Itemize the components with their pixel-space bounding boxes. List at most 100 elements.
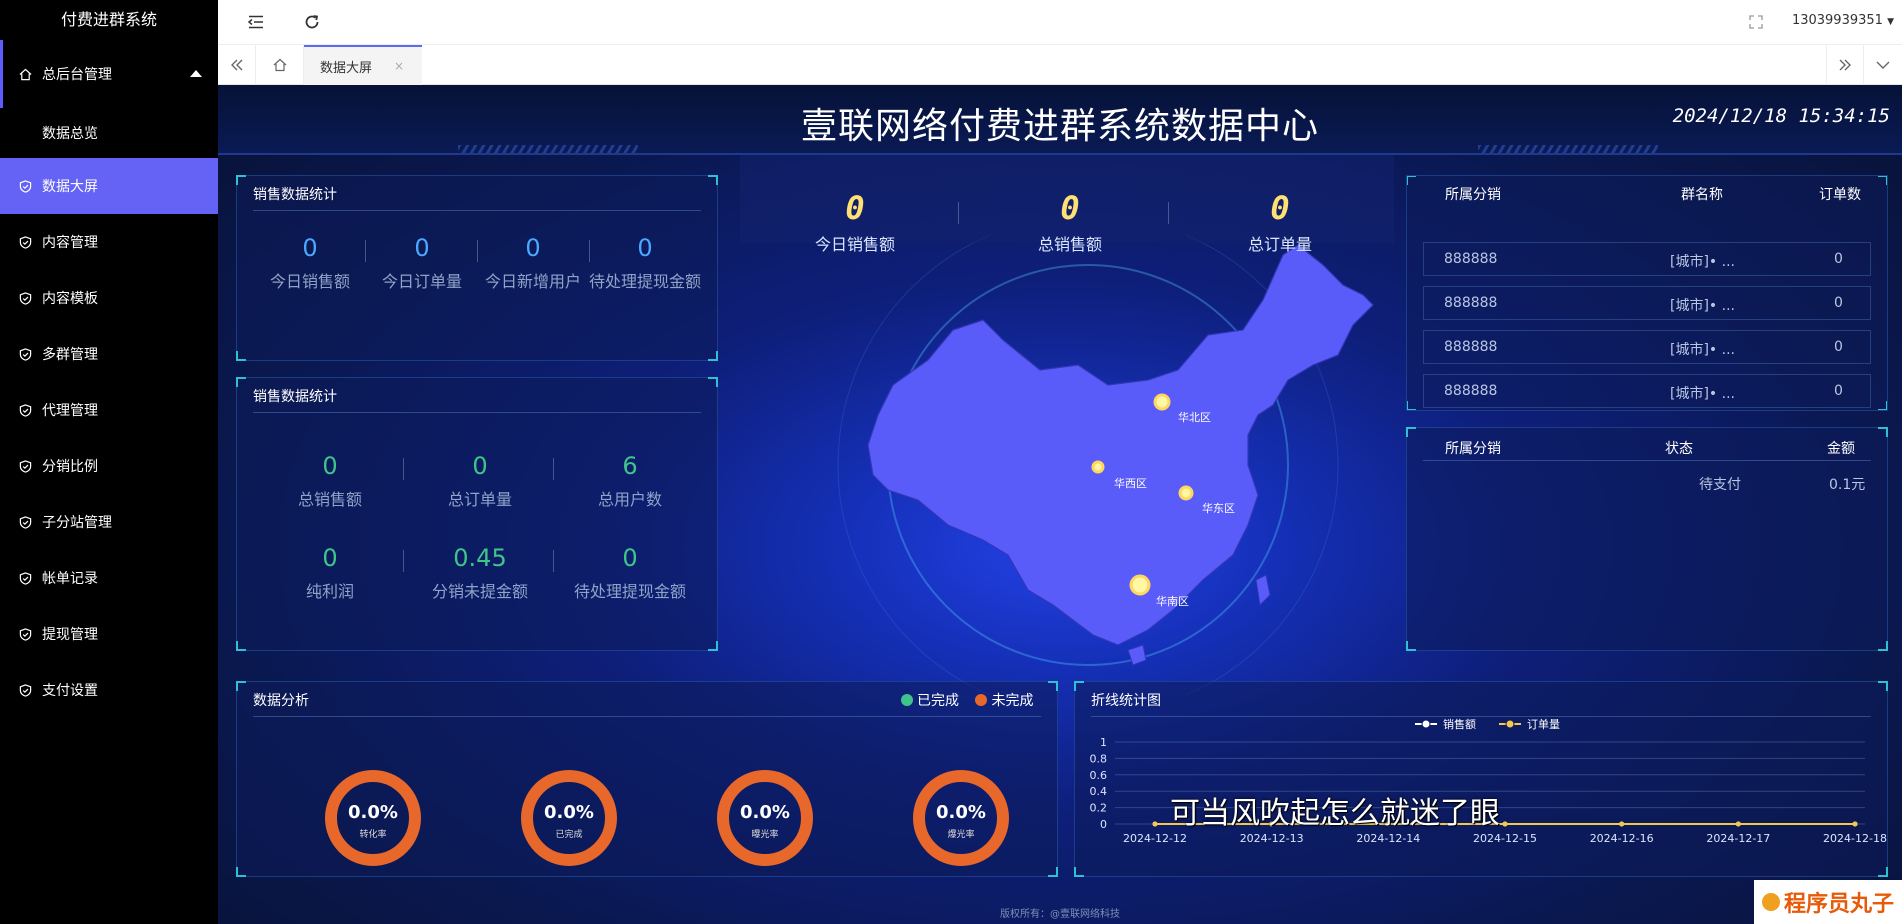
dashboard-header: 壹联网络付费进群系统数据中心 2024/12/18 15:34:15 <box>218 85 1902 155</box>
table-row[interactable]: 888888 [城市]• ... 0 <box>1423 242 1871 276</box>
divider <box>1168 202 1169 224</box>
map-island <box>1255 574 1271 607</box>
table-row[interactable]: 888888 [城市]• ... 0 <box>1423 286 1871 320</box>
kpi-total-sales: 0 总销售额 <box>985 189 1155 255</box>
sales-stats-panel: 销售数据统计 0 今日销售额 0 今日订单量 0 今日新增用户 0 待处理提现金… <box>236 175 718 361</box>
kpi-value: 0 <box>1060 189 1080 227</box>
sidebar-item-withdraw[interactable]: 提现管理 <box>0 606 218 662</box>
line-chart-panel: 折线统计图 销售额 订单量 1 0.8 0.6 0.4 0.2 0 2024-12-12 2024… <box>1074 681 1888 877</box>
stat-today-orders: 0 今日订单量 <box>367 234 477 292</box>
region-label: 华东区 <box>1202 502 1235 515</box>
panel-title: 折线统计图 <box>1091 693 1161 709</box>
sidebar-item-overview[interactable]: 数据总览 <box>0 108 218 158</box>
sidebar-item-bills[interactable]: 帐单记录 <box>0 550 218 606</box>
table-header: 所属分销 <box>1445 187 1501 203</box>
table-row[interactable]: 888888 [城市]• ... 0 <box>1423 374 1871 408</box>
x-tick-label: 2024-12-16 <box>1590 832 1654 845</box>
donut-value: 0.0% <box>348 802 398 823</box>
sidebar-item-label: 数据总览 <box>42 126 98 142</box>
close-icon[interactable]: × <box>394 59 404 73</box>
sidebar-item-admin[interactable]: 总后台管理 <box>0 40 218 108</box>
table-row[interactable]: 888888 [城市]• ... 0 <box>1423 330 1871 364</box>
tab-bigscreen[interactable]: 数据大屏 × <box>304 45 423 85</box>
table-header: 所属分销 <box>1445 441 1501 457</box>
legend-dot <box>901 694 913 706</box>
sidebar-item-bigscreen[interactable]: 数据大屏 <box>0 158 218 214</box>
sidebar-item-label: 提现管理 <box>42 627 98 643</box>
table-header: 金额 <box>1827 441 1855 457</box>
legend-label: 订单量 <box>1527 718 1560 731</box>
dashboard-title: 壹联网络付费进群系统数据中心 <box>800 106 1319 147</box>
kpi-today-sales: 0 今日销售额 <box>770 189 940 255</box>
watermark-text: 程序员丸子 <box>1783 892 1894 917</box>
shield-icon <box>18 291 32 305</box>
fullscreen-icon[interactable] <box>1746 12 1766 32</box>
stat-pending-withdraw: 0 待处理提现金额 <box>589 234 701 292</box>
panel-title: 销售数据统计 <box>253 389 337 405</box>
data-point <box>1852 821 1858 827</box>
user-account[interactable]: 13039939351 ▼ <box>1792 13 1894 28</box>
donut-exposure: 0.0% 曝光率 <box>717 770 813 866</box>
sidebar-item-agents[interactable]: 代理管理 <box>0 382 218 438</box>
home-tab-icon[interactable] <box>256 45 304 85</box>
table-cell: 888888 <box>1444 383 1498 399</box>
stat-value: 0 <box>472 452 488 480</box>
divider <box>365 240 366 262</box>
y-tick-label: 0.2 <box>1090 802 1108 815</box>
stat-today-users: 0 今日新增用户 <box>477 234 589 292</box>
stat-label: 总订单量 <box>447 490 512 509</box>
refresh-icon[interactable] <box>302 12 322 32</box>
user-phone: 13039939351 <box>1791 13 1883 28</box>
stat-value: 0 <box>322 544 338 572</box>
x-tick-label: 2024-12-12 <box>1123 832 1187 845</box>
collapse-menu-icon[interactable] <box>246 12 266 32</box>
x-tick-label: 2024-12-17 <box>1706 832 1770 845</box>
shield-icon <box>18 459 32 473</box>
donut-value: 0.0% <box>544 802 594 823</box>
table-cell: 888888 <box>1444 339 1498 355</box>
stat-label: 今日订单量 <box>381 272 462 291</box>
stat-net-profit: 0 纯利润 <box>257 544 403 602</box>
panel-title: 数据分析 <box>253 693 309 709</box>
tab-bar: 数据大屏 × <box>218 45 1902 85</box>
sidebar-item-payment[interactable]: 支付设置 <box>0 662 218 718</box>
table-cell: 0 <box>1834 295 1843 311</box>
donut-label: 爆光率 <box>947 830 975 840</box>
stat-value: 0 <box>525 234 541 262</box>
sidebar-item-template[interactable]: 内容模板 <box>0 270 218 326</box>
sidebar-item-substations[interactable]: 子分站管理 <box>0 494 218 550</box>
table-header: 状态 <box>1665 441 1693 457</box>
stat-label: 待处理提现金额 <box>589 272 702 291</box>
stat-value: 0 <box>322 452 338 480</box>
region-label: 华北区 <box>1178 411 1211 424</box>
stat-total-users: 6 总用户数 <box>557 452 703 510</box>
stat-label: 总用户数 <box>597 490 662 509</box>
tabs-scroll-left-icon[interactable] <box>218 45 256 85</box>
kpi-value: 0 <box>845 189 865 227</box>
donut-completed: 0.0% 已完成 <box>521 770 617 866</box>
table-cell: 888888 <box>1444 295 1498 311</box>
donut-value: 0.0% <box>936 802 986 823</box>
shield-icon <box>18 347 32 361</box>
stat-value: 0 <box>414 234 430 262</box>
stat-value: 6 <box>622 452 638 480</box>
divider <box>403 550 404 572</box>
sidebar-item-content[interactable]: 内容管理 <box>0 214 218 270</box>
divider <box>958 202 959 224</box>
stat-label: 待处理提现金额 <box>573 582 686 601</box>
watermark-logo-icon <box>1761 893 1780 911</box>
stat-value: 0.45 <box>453 544 507 572</box>
video-subtitle: 可当风吹起怎么就迷了眼 <box>1170 796 1500 831</box>
tabs-scroll-right-icon[interactable] <box>1826 45 1864 85</box>
tabs-menu-icon[interactable] <box>1864 45 1902 85</box>
shield-icon <box>18 627 32 641</box>
sidebar-item-ratio[interactable]: 分销比例 <box>0 438 218 494</box>
sidebar-item-label: 总后台管理 <box>42 67 112 83</box>
donut-exposure-2: 0.0% 爆光率 <box>913 770 1009 866</box>
sidebar-item-label: 多群管理 <box>42 347 98 363</box>
table-row[interactable]: 待支付 0.1元 <box>1423 466 1871 500</box>
watermark: 程序员丸子 <box>1753 880 1902 924</box>
sidebar-item-groups[interactable]: 多群管理 <box>0 326 218 382</box>
kpi-total-orders: 0 总订单量 <box>1195 189 1365 255</box>
legend-label: 未完成 <box>991 693 1034 709</box>
